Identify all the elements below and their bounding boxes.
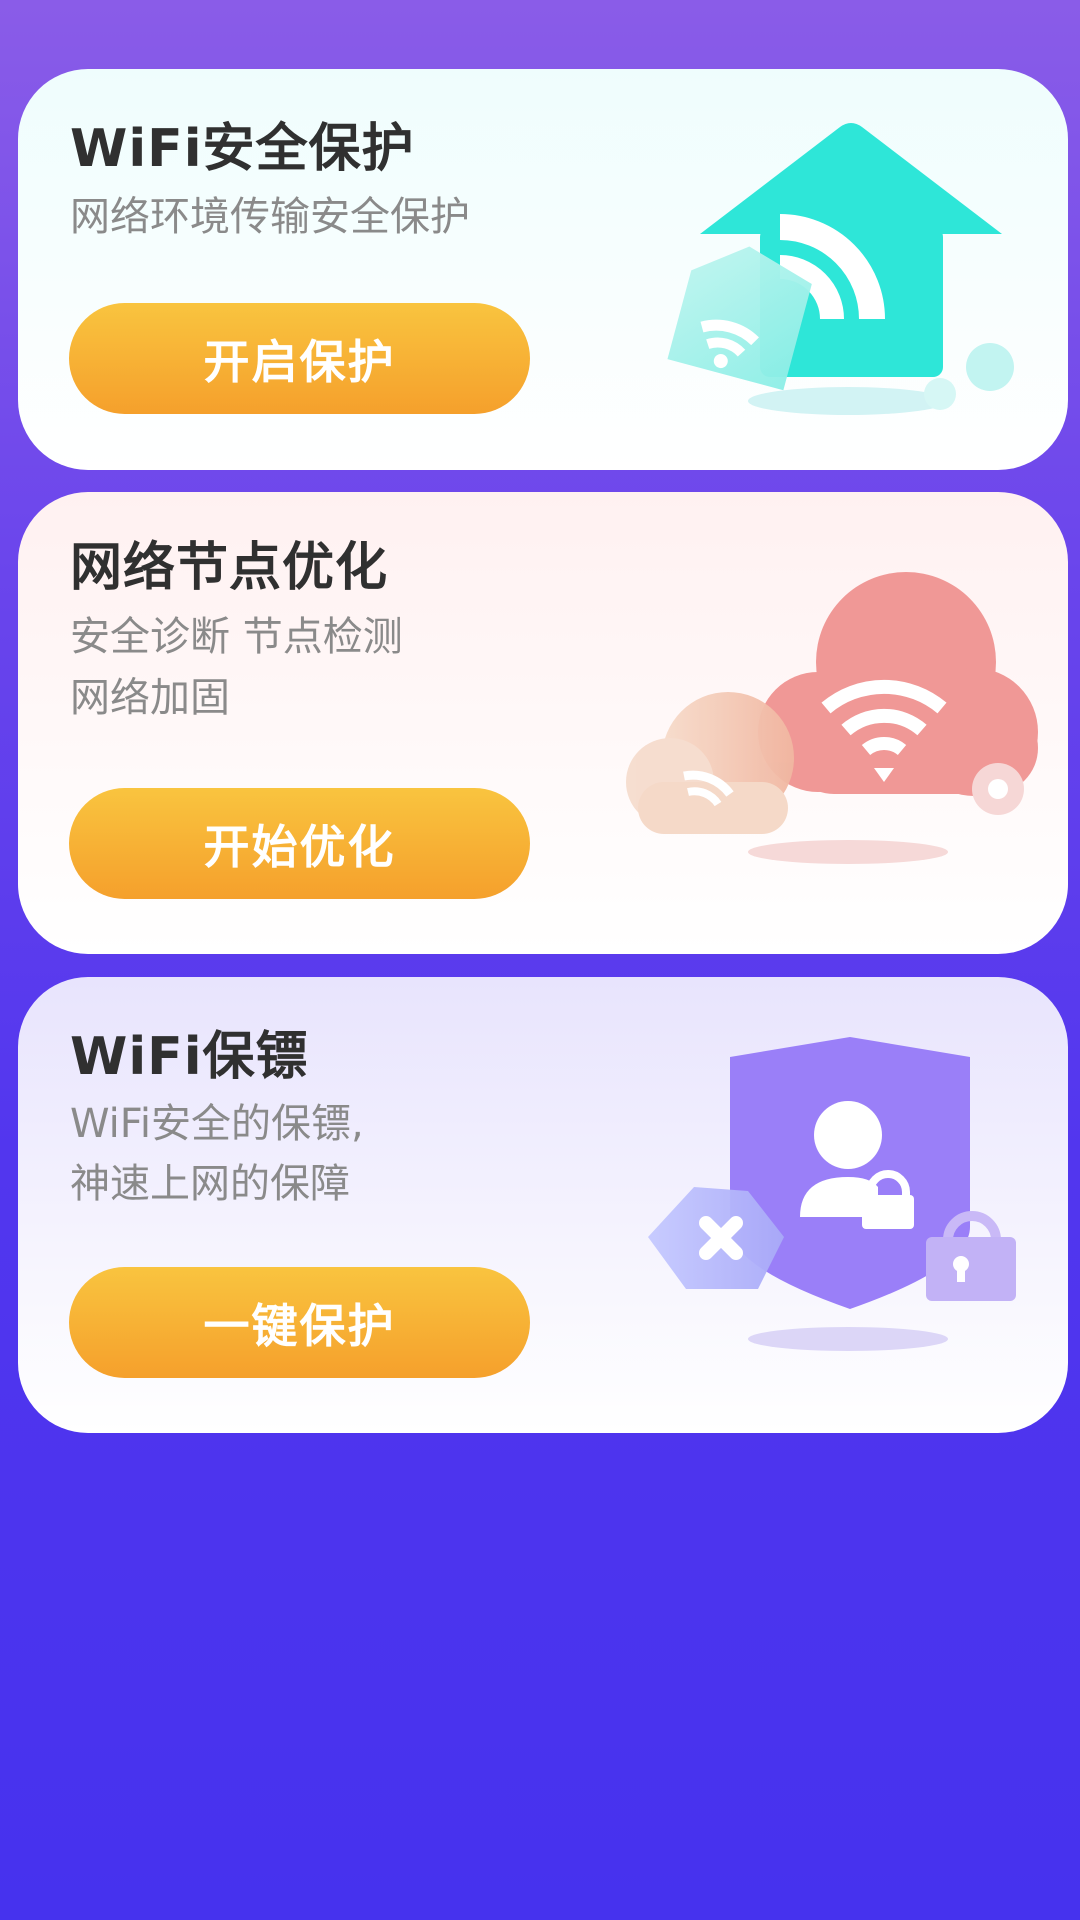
start-optimize-button[interactable]: 开始优化 [69,788,530,899]
card-subtitle: 网络环境传输安全保护 [70,194,470,240]
card-subtitle-line-1: WiFi安全的保镖, [70,1101,364,1147]
card-title: WiFi安全保护 [70,119,415,179]
shield-user-lock-icon [648,1037,1016,1351]
cloud-wifi-icon [626,572,1038,864]
card-title: 网络节点优化 [70,538,389,598]
one-click-protect-button[interactable]: 一键保护 [69,1267,530,1378]
card-subtitle-line-2: 神速上网的保障 [70,1161,350,1207]
card-title: WiFi保镖 [70,1027,309,1087]
card-subtitle-line-1: 安全诊断 节点检测 [70,614,403,660]
card-subtitle-line-2: 网络加固 [70,675,230,721]
wifi-protection-card: WiFi安全保护 网络环境传输安全保护 开启保护 [18,69,1068,470]
wifi-bodyguard-card: WiFi保镖 WiFi安全的保镖, 神速上网的保障 一键保护 [18,977,1068,1433]
network-node-card: 网络节点优化 安全诊断 节点检测 网络加固 开始优化 [18,492,1068,954]
house-wifi-icon [667,123,1014,415]
start-protection-button[interactable]: 开启保护 [69,303,530,414]
